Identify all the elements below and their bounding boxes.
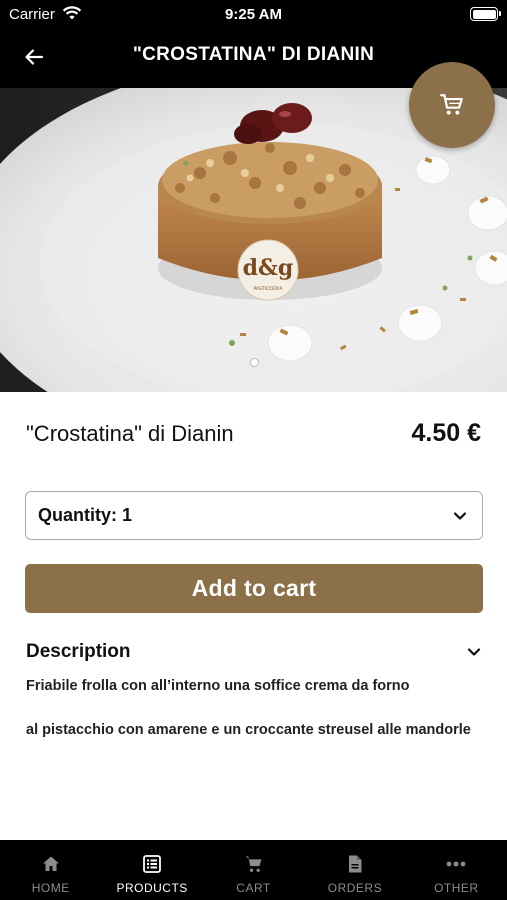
chevron-down-icon [453, 511, 467, 520]
tab-label: CART [236, 881, 271, 895]
product-name: "Crostatina" di Dianin [26, 421, 234, 446]
home-icon [40, 853, 62, 875]
tab-label: OTHER [434, 881, 479, 895]
chevron-down-icon [467, 648, 481, 656]
tab-label: HOME [31, 881, 70, 895]
status-bar: Carrier 9:25 AM [0, 0, 507, 30]
document-icon [344, 853, 366, 875]
description-toggle[interactable]: Description [26, 640, 482, 664]
tab-label: PRODUCTS [116, 881, 188, 895]
cart-icon [440, 94, 463, 115]
more-icon [445, 853, 467, 875]
logo-text: d&g [243, 255, 294, 281]
quantity-select[interactable]: Quantity: 1 [25, 491, 483, 540]
list-icon [141, 853, 163, 875]
description-paragraph: Friabile frolla con all’interno una soff… [26, 678, 410, 694]
quantity-label: Quantity: 1 [38, 505, 133, 525]
product-price: 4.50 € [411, 419, 481, 447]
logo-subtext: PASTICCERIA [253, 286, 283, 292]
carousel-page-indicator[interactable] [250, 358, 259, 367]
tab-cart[interactable]: CART [203, 840, 304, 900]
tab-other[interactable]: OTHER [406, 840, 507, 900]
cart-icon [243, 853, 265, 875]
tab-bar: HOME PRODUCTS CART ORDERS OTHER [0, 840, 507, 900]
page-title: "CROSTATINA" DI DIANIN [132, 44, 375, 65]
status-time: 9:25 AM [225, 6, 282, 23]
tab-products[interactable]: PRODUCTS [101, 840, 202, 900]
cart-button[interactable] [409, 62, 495, 148]
description-paragraph: al pistacchio con amarene e un croccante… [26, 722, 471, 738]
tab-label: ORDERS [327, 881, 383, 895]
battery-icon [470, 7, 501, 21]
tab-orders[interactable]: ORDERS [304, 840, 405, 900]
tab-home[interactable]: HOME [0, 840, 101, 900]
add-to-cart-button[interactable]: Add to cart [25, 564, 483, 613]
description-heading: Description [26, 641, 131, 662]
description-text: Friabile frolla con all’interno una soff… [26, 675, 482, 741]
